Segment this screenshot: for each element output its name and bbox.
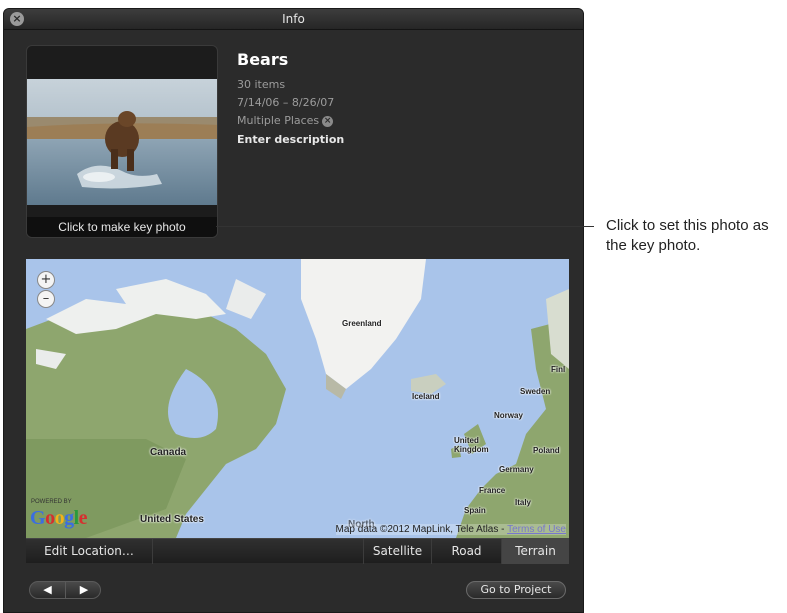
date-range: 7/14/06 – 8/26/07 <box>237 96 335 109</box>
map-label-finland: Finl <box>551 365 566 374</box>
map-view[interactable]: + – Greenland Iceland Canada United Stat… <box>26 259 569 538</box>
info-window: × Info Click to make key photo Bears 30 … <box>3 8 584 613</box>
description-field[interactable]: Enter description <box>237 133 344 146</box>
zoom-control: + – <box>37 271 57 309</box>
map-label-france: France <box>479 486 506 495</box>
album-info: Bears 30 items 7/14/06 – 8/26/07 Multipl… <box>237 50 344 146</box>
map-label-united-kingdom: United Kingdom <box>454 436 489 454</box>
road-button[interactable]: Road <box>432 539 502 564</box>
map-label-poland: Poland <box>533 446 560 455</box>
make-key-photo-caption[interactable]: Click to make key photo <box>27 217 217 237</box>
item-count: 30 items <box>237 78 286 91</box>
map-label-canada: Canada <box>150 447 187 458</box>
attribution-text: Map data ©2012 MapLink, Tele Atlas - <box>335 524 508 535</box>
map-attribution: Map data ©2012 MapLink, Tele Atlas - Ter… <box>335 524 566 535</box>
arrow-right-icon[interactable]: ▶ <box>66 582 102 598</box>
window-title: Info <box>282 12 305 26</box>
key-photo-frame[interactable]: Click to make key photo <box>26 45 218 238</box>
terrain-button[interactable]: Terrain <box>502 539 569 564</box>
map-terrain <box>26 259 569 538</box>
key-photo <box>27 79 217 205</box>
map-label-germany: Germany <box>499 465 534 474</box>
terms-of-use-link[interactable]: Terms of Use <box>507 524 566 535</box>
navigation-arrows: ◀ ▶ <box>29 581 101 599</box>
arrow-left-icon[interactable]: ◀ <box>30 582 66 598</box>
album-name[interactable]: Bears <box>237 50 344 69</box>
map-label-iceland: Iceland <box>412 392 440 401</box>
map-label-united-states: United States <box>140 514 204 525</box>
footer: ◀ ▶ Go to Project <box>4 571 583 612</box>
powered-by-label: POWERED BY <box>31 499 72 505</box>
map-label-spain: Spain <box>464 506 486 515</box>
edit-location-button[interactable]: Edit Location… <box>26 539 153 564</box>
zoom-out-button[interactable]: – <box>37 290 55 308</box>
satellite-button[interactable]: Satellite <box>363 539 432 564</box>
zoom-in-button[interactable]: + <box>37 271 55 289</box>
callout-line <box>216 226 594 227</box>
places-row: Multiple Places × <box>237 114 344 127</box>
map-label-norway: Norway <box>494 411 523 420</box>
title-bar: × Info <box>4 9 583 30</box>
places-label: Multiple Places <box>237 114 320 127</box>
google-logo[interactable]: Google <box>30 507 88 530</box>
callout-text: Click to set this photo as the key photo… <box>606 217 769 254</box>
clear-places-icon[interactable]: × <box>322 115 334 127</box>
map-label-sweden: Sweden <box>520 387 551 396</box>
map-label-greenland: Greenland <box>342 319 382 328</box>
go-to-project-button[interactable]: Go to Project <box>466 581 566 599</box>
map-toolbar: Edit Location… Satellite Road Terrain <box>26 538 569 564</box>
map-label-italy: Italy <box>515 498 532 507</box>
